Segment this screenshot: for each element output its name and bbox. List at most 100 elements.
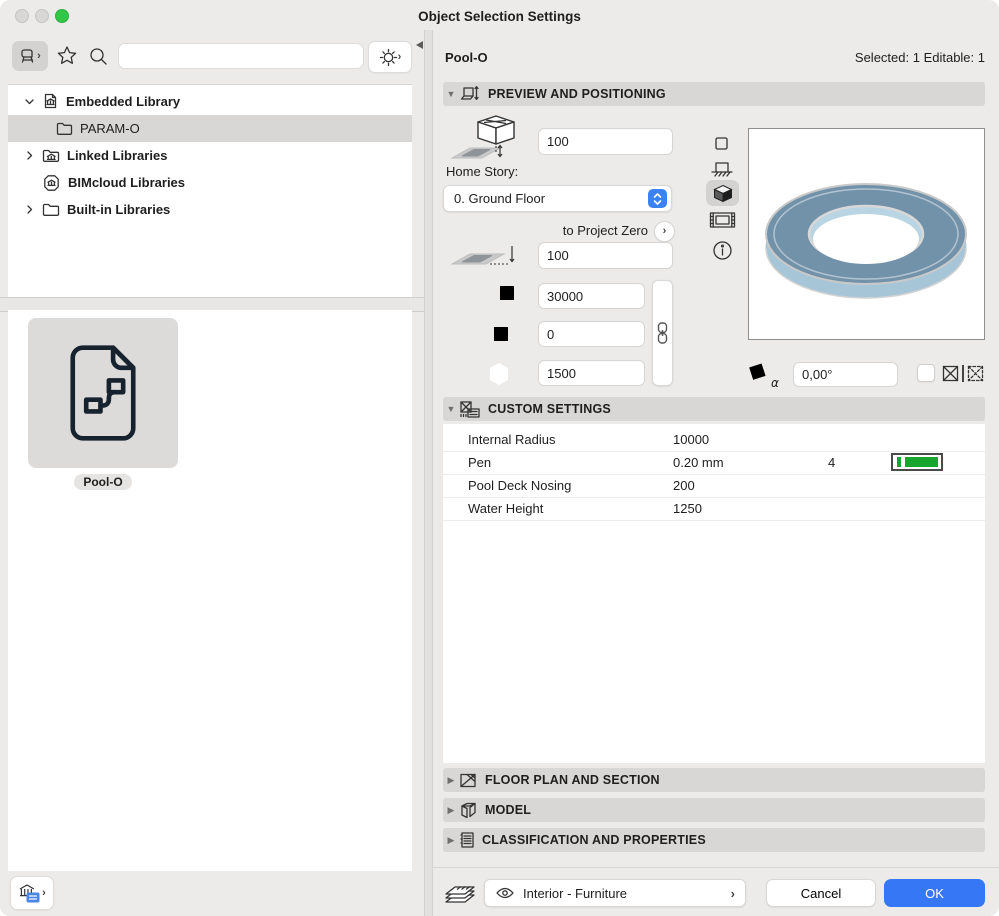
- height-above-story-field[interactable]: 100: [538, 128, 673, 155]
- chevron-right-icon: ›: [662, 225, 667, 237]
- chair-icon: [21, 49, 34, 63]
- param-o-document-icon: [70, 345, 136, 441]
- settings-menu-button[interactable]: ›: [368, 41, 412, 73]
- section-title: MODEL: [485, 803, 532, 817]
- param-row-pen[interactable]: Pen 0.20 mm 4: [443, 451, 985, 475]
- reference-level-label: to Project Zero: [562, 223, 648, 238]
- object-preview-area: Pool-O: [8, 310, 412, 871]
- section-title: FLOOR PLAN AND SECTION: [485, 773, 660, 787]
- section-classification-properties[interactable]: ▶ CLASSIFICATION AND PROPERTIES: [443, 828, 985, 852]
- pen-color-bar: [905, 457, 938, 467]
- field-value: 0,00°: [802, 367, 833, 382]
- width-dimension-icon: [497, 286, 517, 308]
- library-manager-button[interactable]: ›: [10, 876, 54, 910]
- home-story-select[interactable]: 0. Ground Floor: [443, 185, 672, 212]
- object-thumbnail[interactable]: [28, 318, 178, 468]
- tree-item-label: BIMcloud Libraries: [68, 175, 186, 190]
- square-2d-icon: [715, 137, 728, 150]
- param-value: 10000: [673, 432, 710, 447]
- window-title: Object Selection Settings: [418, 9, 581, 24]
- chevron-right-icon: ›: [730, 885, 735, 901]
- selection-status: Selected: 1 Editable: 1: [854, 50, 985, 65]
- height-dimension-icon: [490, 363, 517, 385]
- param-name: Pen: [468, 455, 492, 470]
- footer-divider: [432, 867, 999, 868]
- collapse-left-icon[interactable]: [415, 40, 424, 50]
- mirror-checkbox[interactable]: [917, 364, 935, 382]
- pen-color-swatch[interactable]: [891, 453, 943, 471]
- section-floor-plan-and-section[interactable]: ▶ FLOOR PLAN AND SECTION: [443, 768, 985, 792]
- main-divider[interactable]: [424, 30, 433, 916]
- param-name: Pool Deck Nosing: [468, 478, 572, 493]
- custom-settings-panel: Internal Radius 10000 Pen 0.20 mm 4 Pool…: [443, 424, 985, 763]
- layer-select[interactable]: Interior - Furniture ›: [484, 879, 746, 907]
- depth-dimension-icon: [494, 324, 518, 344]
- object-name: Pool-O: [445, 50, 488, 65]
- eye-icon: [496, 887, 514, 899]
- width-field[interactable]: 30000: [538, 283, 645, 309]
- rotation-angle-icon: α: [749, 363, 786, 390]
- field-value: 0: [547, 326, 555, 342]
- sidebar-item-builtin-libraries[interactable]: Built-in Libraries: [8, 196, 412, 223]
- search-input[interactable]: [118, 43, 364, 69]
- cancel-button[interactable]: Cancel: [766, 879, 876, 907]
- rotation-angle-field[interactable]: 0,00°: [793, 362, 898, 387]
- view-preview-button[interactable]: [709, 211, 736, 229]
- section-custom-settings[interactable]: ▼ CUSTOM SETTINGS: [443, 397, 985, 421]
- favorites-button[interactable]: [55, 44, 79, 68]
- model-cube-icon: [461, 802, 476, 819]
- section-preview-positioning[interactable]: ▼ PREVIEW AND POSITIONING: [443, 82, 985, 106]
- elevation-view-icon: [711, 162, 733, 177]
- chain-link-icon: [657, 322, 668, 344]
- search-button[interactable]: [88, 46, 109, 67]
- pool-ring-preview-image: [765, 183, 967, 299]
- tree-item-label: Embedded Library: [66, 94, 181, 109]
- field-value: 100: [547, 134, 569, 149]
- builtin-folder-icon: [42, 203, 60, 216]
- triangle-down-icon: ▼: [446, 89, 456, 99]
- tree-item-label: PARAM-O: [80, 121, 140, 136]
- view-2d-symbol-button[interactable]: [714, 136, 729, 151]
- folder-icon: [56, 122, 73, 135]
- sidebar-item-embedded-library[interactable]: Embedded Library: [8, 88, 412, 115]
- object-type-button[interactable]: ›: [12, 41, 48, 71]
- mirror-state-icons: [941, 364, 985, 383]
- section-model[interactable]: ▶ MODEL: [443, 798, 985, 822]
- layer-value: Interior - Furniture: [523, 885, 628, 901]
- section-title: CUSTOM SETTINGS: [488, 402, 611, 416]
- param-row-pool-deck-nosing[interactable]: Pool Deck Nosing 200: [443, 474, 985, 498]
- field-value: 30000: [547, 288, 584, 304]
- mirrored-on-icon[interactable]: [941, 364, 960, 383]
- view-front-button[interactable]: [711, 160, 733, 178]
- search-icon: [90, 48, 107, 65]
- view-info-button[interactable]: [712, 240, 733, 261]
- triangle-right-icon: ▶: [447, 774, 455, 785]
- reference-level-button[interactable]: ›: [654, 221, 675, 242]
- view-3d-button[interactable]: [706, 180, 739, 206]
- link-dimensions-toggle[interactable]: [652, 280, 673, 386]
- chevron-right-icon: [27, 151, 33, 160]
- sidebar-item-bimcloud-libraries[interactable]: BIMcloud Libraries: [8, 169, 412, 196]
- elevation-to-zero-icon: [450, 246, 515, 265]
- depth-field[interactable]: 0: [538, 321, 645, 347]
- field-value: 100: [547, 248, 569, 263]
- param-value: 0.20 mm: [673, 455, 724, 470]
- chevron-right-icon: ›: [37, 49, 41, 62]
- layer-icon: [445, 886, 475, 903]
- param-row-water-height[interactable]: Water Height 1250: [443, 497, 985, 521]
- separator: [962, 365, 964, 382]
- object-3d-preview[interactable]: [748, 128, 985, 340]
- thumbnail-label: Pool-O: [74, 474, 132, 490]
- elevation-field[interactable]: 100: [538, 242, 673, 269]
- mirrored-off-icon[interactable]: [966, 364, 985, 383]
- sidebar-item-param-o[interactable]: PARAM-O: [8, 115, 412, 142]
- param-row-internal-radius[interactable]: Internal Radius 10000: [443, 428, 985, 452]
- library-tree: Embedded Library PARAM-O Linked Librarie…: [8, 84, 412, 299]
- custom-settings-icon: [460, 400, 480, 418]
- tree-item-label: Built-in Libraries: [67, 202, 171, 217]
- height-field[interactable]: 1500: [538, 360, 645, 386]
- ok-button[interactable]: OK: [884, 879, 985, 907]
- pen-color-tick: [897, 457, 901, 467]
- home-story-label: Home Story:: [446, 164, 519, 179]
- sidebar-item-linked-libraries[interactable]: Linked Libraries: [8, 142, 412, 169]
